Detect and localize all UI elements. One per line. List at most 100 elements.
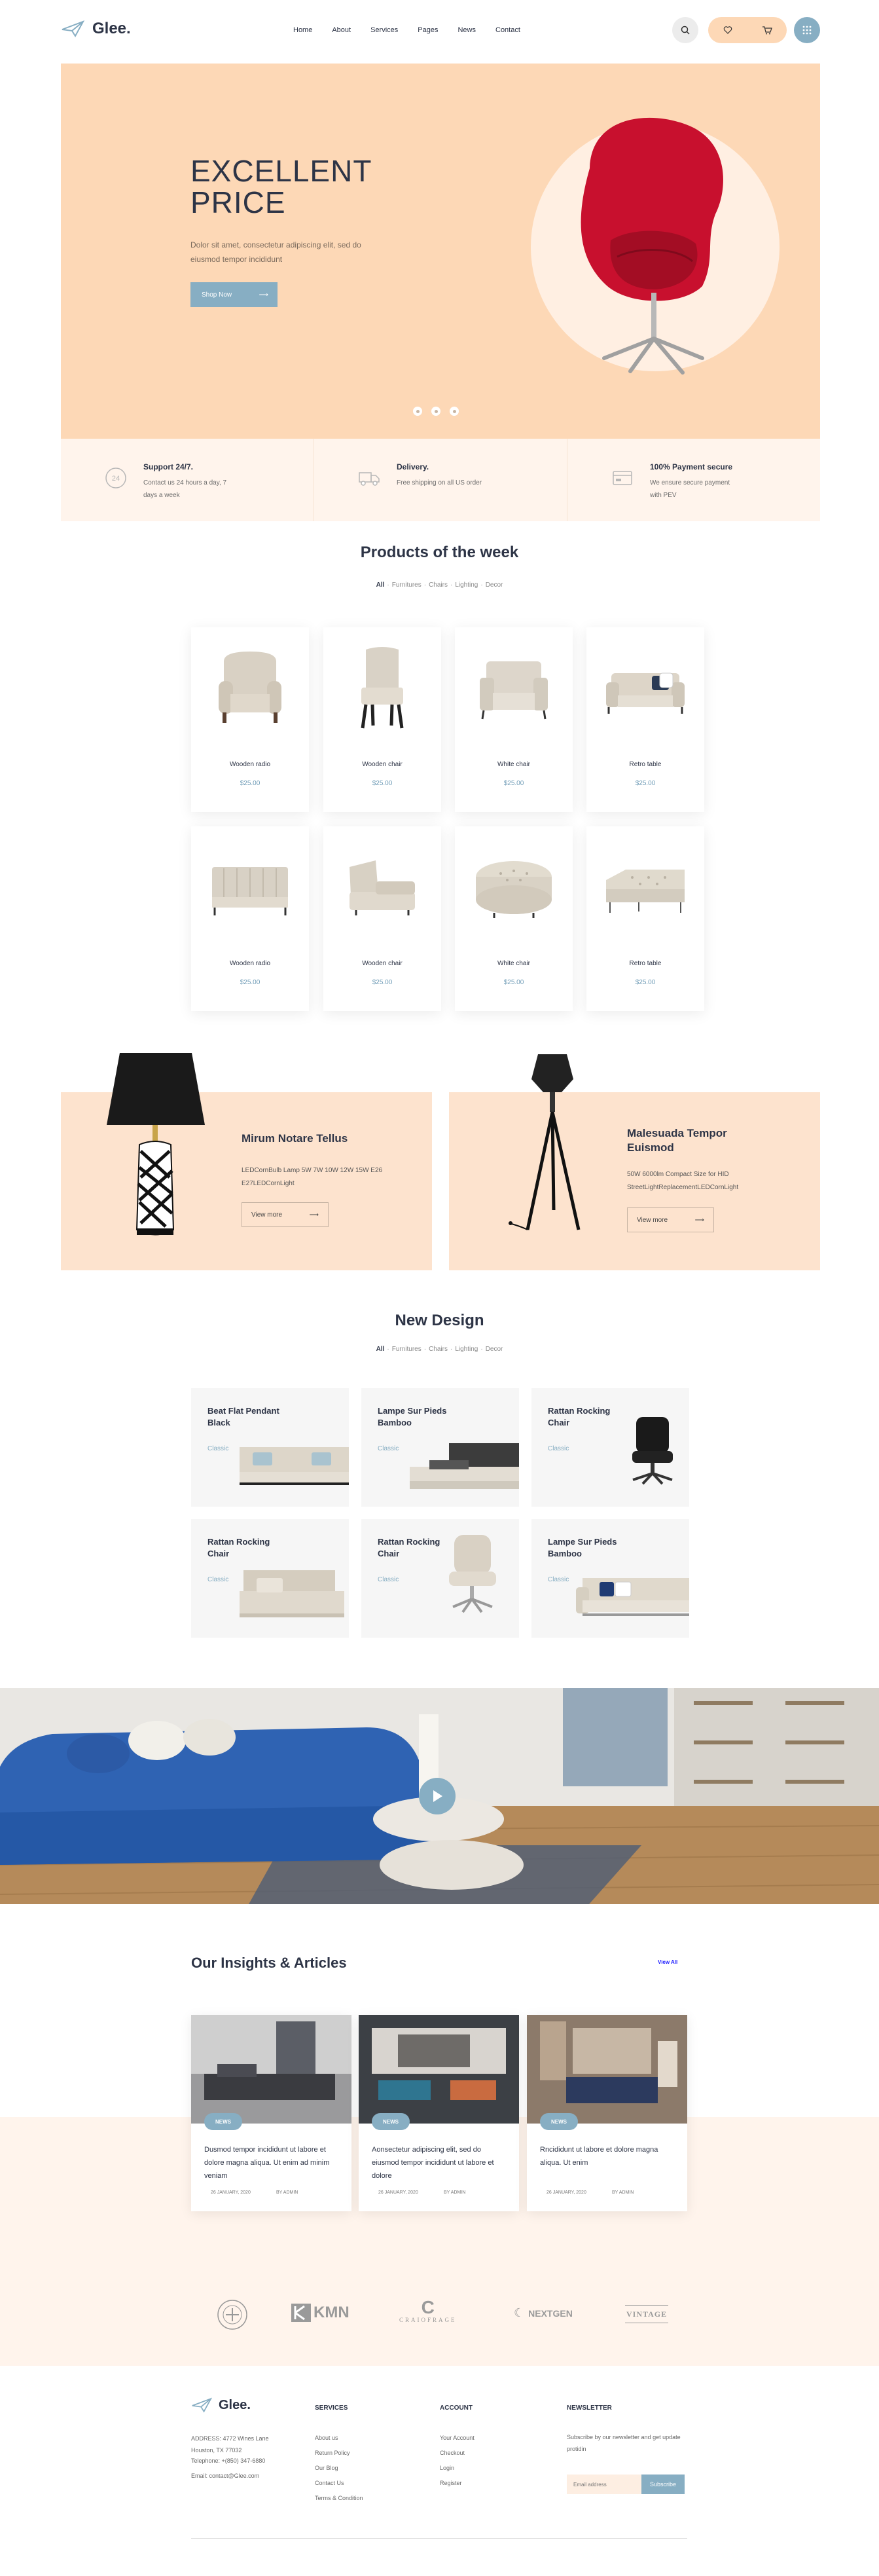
design-category: Classic — [548, 1576, 569, 1583]
product-card[interactable]: Wooden radio $25.00 — [191, 826, 309, 1011]
filter-lighting[interactable]: Lighting — [455, 581, 478, 589]
nav-home[interactable]: Home — [293, 26, 312, 34]
design-card[interactable]: Beat Flat Pendant Black Classic — [191, 1388, 349, 1507]
nav-pages[interactable]: Pages — [418, 26, 438, 34]
article-excerpt: Rncididunt ut labore et dolore magna ali… — [540, 2146, 658, 2167]
design-card[interactable]: Rattan Rocking Chair Classic — [191, 1519, 349, 1638]
brand-craiofrage-logo[interactable]: C CRAIOFRAGE — [399, 2298, 457, 2324]
play-video-button[interactable] — [419, 1778, 456, 1814]
paper-plane-icon — [192, 2397, 212, 2413]
view-all-link[interactable]: View All — [658, 1959, 677, 1965]
cart-icon[interactable] — [762, 26, 772, 35]
carousel-dot[interactable] — [413, 407, 422, 416]
carousel-dot[interactable] — [450, 407, 459, 416]
footer-link-terms[interactable]: Terms & Condition — [315, 2495, 363, 2501]
view-more-button[interactable]: View more ⟶ — [627, 1207, 714, 1232]
product-card[interactable]: Retro table $25.00 — [586, 627, 704, 812]
article-image — [359, 2015, 519, 2124]
news-badge: NEWS — [204, 2113, 242, 2130]
footer-link-register[interactable]: Register — [440, 2480, 462, 2486]
newsletter-email-input[interactable] — [567, 2475, 641, 2494]
brand-logos-row: KMN C CRAIOFRAGE ☾ NEXTGEN VINTAGE — [213, 2292, 671, 2338]
brand-badge-logo[interactable] — [213, 2295, 252, 2334]
design-card[interactable]: Rattan Rocking Chair Classic — [361, 1519, 519, 1638]
arrow-right-icon: ⟶ — [694, 1216, 704, 1224]
footer-logo[interactable]: Glee. — [191, 2397, 251, 2413]
feature-title: Support 24/7. — [143, 462, 194, 471]
products-filter-tabs: All · Furnitures · Chairs · Lighting · Decor — [376, 581, 503, 589]
product-card[interactable]: Retro table $25.00 — [586, 826, 704, 1011]
filter-chairs[interactable]: Chairs — [429, 1346, 448, 1353]
filter-furnitures[interactable]: Furnitures — [392, 1346, 422, 1353]
subscribe-button[interactable]: Subscribe — [641, 2475, 685, 2494]
menu-grid-button[interactable] — [794, 17, 820, 43]
promo-title: Mirum Notare Tellus — [242, 1132, 348, 1145]
moon-icon: ☾ — [514, 2306, 525, 2319]
footer-link-login[interactable]: Login — [440, 2465, 454, 2471]
footer-link-contact[interactable]: Contact Us — [315, 2480, 344, 2486]
design-category: Classic — [378, 1445, 399, 1452]
view-more-button[interactable]: View more ⟶ — [242, 1202, 329, 1227]
filter-decor[interactable]: Decor — [486, 581, 503, 589]
product-name: Wooden chair — [362, 960, 403, 967]
article-card[interactable]: NEWS Rncididunt ut labore et dolore magn… — [527, 2015, 687, 2211]
newsletter-text: Subscribe by our newsletter and get upda… — [567, 2434, 681, 2452]
filter-decor[interactable]: Decor — [486, 1346, 503, 1353]
brand-kmn-logo[interactable]: KMN — [291, 2304, 350, 2322]
office-chair-image — [632, 1417, 673, 1485]
features-strip: 24 Support 24/7. Contact us 24 hours a d… — [61, 439, 820, 521]
footer-link-return[interactable]: Return Policy — [315, 2450, 350, 2456]
nav-services[interactable]: Services — [370, 26, 398, 34]
feature-text: Contact us 24 hours a day, 7 days a week — [143, 479, 227, 499]
filter-chairs[interactable]: Chairs — [429, 581, 448, 589]
product-name: Wooden radio — [229, 761, 271, 768]
footer-link-about[interactable]: About us — [315, 2435, 338, 2441]
article-date: 26 JANUARY, 2020 — [547, 2190, 586, 2195]
nav-about[interactable]: About — [332, 26, 351, 34]
footer-link-blog[interactable]: Our Blog — [315, 2465, 338, 2471]
products-section-title: Products of the week — [360, 543, 519, 561]
product-card[interactable]: White chair $25.00 — [455, 826, 573, 1011]
product-card[interactable]: Wooden chair $25.00 — [323, 627, 441, 812]
filter-all[interactable]: All — [376, 1346, 385, 1353]
carousel-dots — [413, 407, 459, 416]
search-button[interactable] — [672, 17, 698, 43]
play-icon — [433, 1790, 442, 1802]
footer-newsletter-title: NEWSLETTER — [567, 2404, 612, 2412]
brand-vintage-logo[interactable]: VINTAGE — [625, 2305, 669, 2323]
nav-news[interactable]: News — [457, 26, 476, 34]
nav-contact[interactable]: Contact — [495, 26, 520, 34]
product-name: Wooden chair — [362, 761, 403, 768]
heart-icon[interactable] — [723, 26, 732, 35]
filter-lighting[interactable]: Lighting — [455, 1346, 478, 1353]
filter-all[interactable]: All — [376, 581, 385, 589]
article-card[interactable]: NEWS Aonsectetur adipiscing elit, sed do… — [359, 2015, 519, 2211]
product-price: $25.00 — [503, 979, 524, 986]
delivery-truck-icon — [359, 472, 380, 486]
product-price: $25.00 — [635, 780, 656, 787]
carousel-dot[interactable] — [431, 407, 440, 416]
logo[interactable]: Glee. — [61, 20, 131, 38]
brand-vintage-text: VINTAGE — [626, 2309, 668, 2319]
product-card[interactable]: White chair $25.00 — [455, 627, 573, 812]
design-card[interactable]: Lampe Sur Pieds Bamboo Classic — [361, 1388, 519, 1507]
design-card[interactable]: Rattan Rocking Chair Classic — [531, 1388, 689, 1507]
design-title: Rattan Rocking Chair — [378, 1537, 440, 1558]
product-card[interactable]: Wooden radio $25.00 — [191, 627, 309, 812]
shop-now-button[interactable]: Shop Now ⟶ — [190, 282, 278, 307]
footer-link-your-account[interactable]: Your Account — [440, 2435, 475, 2441]
new-design-title: New Design — [395, 1312, 484, 1329]
article-card[interactable]: NEWS Dusmod tempor incididunt ut labore … — [191, 2015, 351, 2211]
footer-link-checkout[interactable]: Checkout — [440, 2450, 465, 2456]
filter-furnitures[interactable]: Furnitures — [392, 581, 422, 589]
grid-icon — [802, 26, 812, 35]
product-name: Wooden radio — [229, 960, 271, 967]
product-card[interactable]: Wooden chair $25.00 — [323, 826, 441, 1011]
loveseat-image — [576, 1578, 689, 1616]
brand-nextgen-logo[interactable]: ☾ NEXTGEN — [514, 2306, 573, 2320]
design-card[interactable]: Lampe Sur Pieds Bamboo Classic — [531, 1519, 689, 1638]
news-badge: NEWS — [540, 2113, 578, 2130]
footer-telephone: Telephone: +(850) 347-6880 — [191, 2457, 266, 2464]
product-name: White chair — [497, 761, 530, 768]
daybed-image — [240, 1570, 344, 1617]
